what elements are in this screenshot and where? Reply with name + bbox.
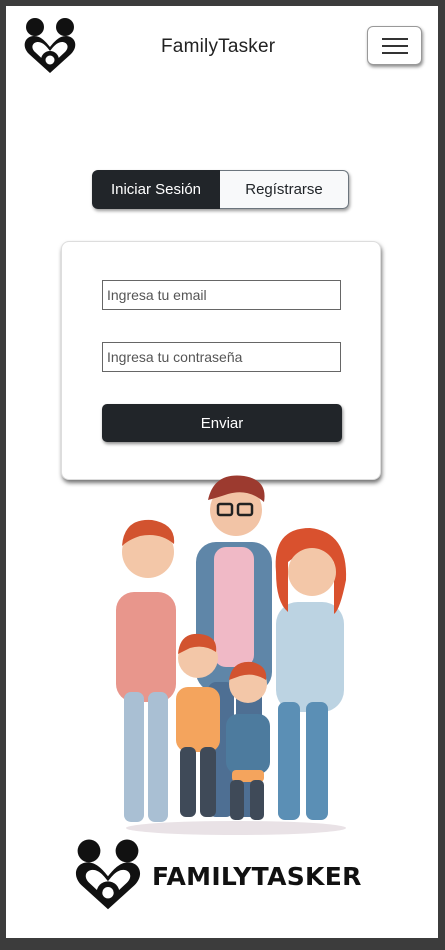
auth-tabs: Iniciar Sesión Regístrarse bbox=[92, 170, 349, 209]
hamburger-menu-button[interactable] bbox=[367, 26, 422, 65]
app-frame: FamilyTasker Iniciar Sesión Regístrarse … bbox=[6, 6, 438, 938]
tab-login[interactable]: Iniciar Sesión bbox=[92, 170, 220, 209]
hamburger-menu-icon bbox=[382, 38, 408, 40]
password-field[interactable] bbox=[102, 342, 341, 372]
family-illustration bbox=[116, 475, 347, 835]
family-heart-logo-icon[interactable] bbox=[20, 16, 80, 76]
submit-button[interactable]: Enviar bbox=[102, 404, 342, 442]
app-header: FamilyTasker bbox=[6, 6, 438, 86]
footer-brand-logo: FAMILYTASKER bbox=[70, 836, 370, 916]
tab-register[interactable]: Regístrarse bbox=[220, 170, 349, 209]
family-heart-logo-icon bbox=[75, 839, 141, 910]
app-title: FamilyTasker bbox=[161, 36, 276, 57]
email-field[interactable] bbox=[102, 280, 341, 310]
brand-name: FAMILYTASKER bbox=[152, 862, 362, 891]
login-card: Enviar bbox=[61, 241, 381, 480]
